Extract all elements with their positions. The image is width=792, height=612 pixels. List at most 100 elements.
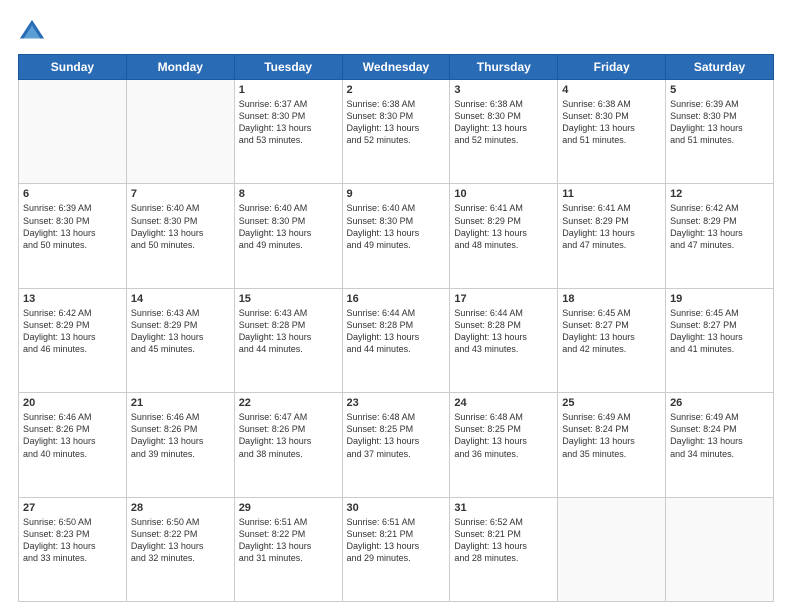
weekday-header-sunday: Sunday [19, 55, 127, 80]
cell-daylight-info: Sunrise: 6:45 AM Sunset: 8:27 PM Dayligh… [670, 307, 769, 356]
calendar-cell: 16Sunrise: 6:44 AM Sunset: 8:28 PM Dayli… [342, 288, 450, 392]
calendar-cell: 26 Sunrise: 6:49 AM Sunset: 8:24 PM Dayli… [666, 393, 774, 497]
cell-daylight-info: Sunrise: 6:39 AM Sunset: 8:30 PM Dayligh… [23, 202, 122, 251]
cell-daylight-info: Sunrise: 6:46 AM Sunset: 8:26 PM Dayligh… [131, 411, 230, 460]
calendar-cell: 22Sunrise: 6:47 AM Sunset: 8:26 PM Dayli… [234, 393, 342, 497]
calendar-cell: 24 Sunrise: 6:48 AM Sunset: 8:25 PM Dayli… [450, 393, 558, 497]
day-number: 1 [239, 84, 338, 96]
cell-daylight-info: Sunrise: 6:40 AM Sunset: 8:30 PM Dayligh… [347, 202, 446, 251]
calendar-cell: 12 Sunrise: 6:42 AM Sunset: 8:29 PM Dayli… [666, 184, 774, 288]
cell-daylight-info: Sunrise: 6:49 AM Sunset: 8:24 PM Dayligh… [670, 411, 769, 460]
day-number: 25 [562, 397, 661, 409]
calendar-cell: 14Sunrise: 6:43 AM Sunset: 8:29 PM Dayli… [126, 288, 234, 392]
cell-daylight-info: Sunrise: 6:40 AM Sunset: 8:30 PM Dayligh… [239, 202, 338, 251]
cell-daylight-info: Sunrise: 6:46 AM Sunset: 8:26 PM Dayligh… [23, 411, 122, 460]
weekday-header-tuesday: Tuesday [234, 55, 342, 80]
calendar-cell: 28 Sunrise: 6:50 AM Sunset: 8:22 PM Dayli… [126, 497, 234, 601]
week-row-3: 13 Sunrise: 6:42 AM Sunset: 8:29 PM Dayli… [19, 288, 774, 392]
day-number: 5 [670, 84, 769, 96]
day-number: 19 [670, 293, 769, 305]
weekday-header-wednesday: Wednesday [342, 55, 450, 80]
cell-daylight-info: Sunrise: 6:50 AM Sunset: 8:23 PM Dayligh… [23, 516, 122, 565]
header [18, 18, 774, 46]
day-number: 20 [23, 397, 122, 409]
calendar-cell: 23 Sunrise: 6:48 AM Sunset: 8:25 PM Dayli… [342, 393, 450, 497]
day-number: 31 [454, 502, 553, 514]
day-number: 12 [670, 188, 769, 200]
cell-daylight-info: Sunrise: 6:43 AM Sunset: 8:28 PM Dayligh… [239, 307, 338, 356]
cell-daylight-info: Sunrise: 6:52 AM Sunset: 8:21 PM Dayligh… [454, 516, 553, 565]
cell-daylight-info: Sunrise: 6:40 AM Sunset: 8:30 PM Dayligh… [131, 202, 230, 251]
cell-daylight-info: Sunrise: 6:51 AM Sunset: 8:21 PM Dayligh… [347, 516, 446, 565]
weekday-header-monday: Monday [126, 55, 234, 80]
cell-daylight-info: Sunrise: 6:45 AM Sunset: 8:27 PM Dayligh… [562, 307, 661, 356]
day-number: 7 [131, 188, 230, 200]
calendar-cell: 30 Sunrise: 6:51 AM Sunset: 8:21 PM Dayli… [342, 497, 450, 601]
day-number: 13 [23, 293, 122, 305]
calendar-cell [558, 497, 666, 601]
calendar-cell: 25 Sunrise: 6:49 AM Sunset: 8:24 PM Dayli… [558, 393, 666, 497]
day-number: 8 [239, 188, 338, 200]
week-row-1: 1 Sunrise: 6:37 AM Sunset: 8:30 PM Daylig… [19, 80, 774, 184]
cell-daylight-info: Sunrise: 6:48 AM Sunset: 8:25 PM Dayligh… [454, 411, 553, 460]
calendar-cell: 17Sunrise: 6:44 AM Sunset: 8:28 PM Dayli… [450, 288, 558, 392]
day-number: 24 [454, 397, 553, 409]
calendar-cell [19, 80, 127, 184]
day-number: 29 [239, 502, 338, 514]
day-number: 28 [131, 502, 230, 514]
calendar-cell: 19 Sunrise: 6:45 AM Sunset: 8:27 PM Dayli… [666, 288, 774, 392]
calendar-cell: 11 Sunrise: 6:41 AM Sunset: 8:29 PM Dayli… [558, 184, 666, 288]
weekday-header-row: SundayMondayTuesdayWednesdayThursdayFrid… [19, 55, 774, 80]
calendar-cell: 10 Sunrise: 6:41 AM Sunset: 8:29 PM Dayli… [450, 184, 558, 288]
calendar-cell: 20 Sunrise: 6:46 AM Sunset: 8:26 PM Dayli… [19, 393, 127, 497]
cell-daylight-info: Sunrise: 6:39 AM Sunset: 8:30 PM Dayligh… [670, 98, 769, 147]
calendar-cell: 8 Sunrise: 6:40 AM Sunset: 8:30 PM Daylig… [234, 184, 342, 288]
day-number: 17 [454, 293, 553, 305]
week-row-2: 6Sunrise: 6:39 AM Sunset: 8:30 PM Daylig… [19, 184, 774, 288]
calendar-cell: 5 Sunrise: 6:39 AM Sunset: 8:30 PM Daylig… [666, 80, 774, 184]
weekday-header-saturday: Saturday [666, 55, 774, 80]
calendar-cell: 18 Sunrise: 6:45 AM Sunset: 8:27 PM Dayli… [558, 288, 666, 392]
calendar-cell: 3 Sunrise: 6:38 AM Sunset: 8:30 PM Daylig… [450, 80, 558, 184]
day-number: 26 [670, 397, 769, 409]
day-number: 10 [454, 188, 553, 200]
cell-daylight-info: Sunrise: 6:38 AM Sunset: 8:30 PM Dayligh… [347, 98, 446, 147]
calendar-table: SundayMondayTuesdayWednesdayThursdayFrid… [18, 54, 774, 602]
cell-daylight-info: Sunrise: 6:42 AM Sunset: 8:29 PM Dayligh… [670, 202, 769, 251]
day-number: 30 [347, 502, 446, 514]
day-number: 18 [562, 293, 661, 305]
cell-daylight-info: Sunrise: 6:41 AM Sunset: 8:29 PM Dayligh… [562, 202, 661, 251]
day-number: 9 [347, 188, 446, 200]
cell-daylight-info: Sunrise: 6:49 AM Sunset: 8:24 PM Dayligh… [562, 411, 661, 460]
week-row-5: 27Sunrise: 6:50 AM Sunset: 8:23 PM Dayli… [19, 497, 774, 601]
weekday-header-thursday: Thursday [450, 55, 558, 80]
day-number: 3 [454, 84, 553, 96]
calendar-cell: 27Sunrise: 6:50 AM Sunset: 8:23 PM Dayli… [19, 497, 127, 601]
cell-daylight-info: Sunrise: 6:38 AM Sunset: 8:30 PM Dayligh… [454, 98, 553, 147]
day-number: 16 [347, 293, 446, 305]
calendar-cell: 2 Sunrise: 6:38 AM Sunset: 8:30 PM Daylig… [342, 80, 450, 184]
calendar-cell [666, 497, 774, 601]
calendar-cell: 9 Sunrise: 6:40 AM Sunset: 8:30 PM Daylig… [342, 184, 450, 288]
day-number: 23 [347, 397, 446, 409]
cell-daylight-info: Sunrise: 6:48 AM Sunset: 8:25 PM Dayligh… [347, 411, 446, 460]
week-row-4: 20 Sunrise: 6:46 AM Sunset: 8:26 PM Dayli… [19, 393, 774, 497]
calendar-cell: 31 Sunrise: 6:52 AM Sunset: 8:21 PM Dayli… [450, 497, 558, 601]
day-number: 15 [239, 293, 338, 305]
day-number: 4 [562, 84, 661, 96]
cell-daylight-info: Sunrise: 6:51 AM Sunset: 8:22 PM Dayligh… [239, 516, 338, 565]
day-number: 2 [347, 84, 446, 96]
cell-daylight-info: Sunrise: 6:47 AM Sunset: 8:26 PM Dayligh… [239, 411, 338, 460]
day-number: 14 [131, 293, 230, 305]
day-number: 11 [562, 188, 661, 200]
calendar-cell: 6Sunrise: 6:39 AM Sunset: 8:30 PM Daylig… [19, 184, 127, 288]
calendar-cell: 21Sunrise: 6:46 AM Sunset: 8:26 PM Dayli… [126, 393, 234, 497]
cell-daylight-info: Sunrise: 6:37 AM Sunset: 8:30 PM Dayligh… [239, 98, 338, 147]
cell-daylight-info: Sunrise: 6:41 AM Sunset: 8:29 PM Dayligh… [454, 202, 553, 251]
logo-icon [18, 18, 46, 46]
cell-daylight-info: Sunrise: 6:50 AM Sunset: 8:22 PM Dayligh… [131, 516, 230, 565]
cell-daylight-info: Sunrise: 6:42 AM Sunset: 8:29 PM Dayligh… [23, 307, 122, 356]
cell-daylight-info: Sunrise: 6:38 AM Sunset: 8:30 PM Dayligh… [562, 98, 661, 147]
logo [18, 18, 50, 46]
calendar-cell: 4 Sunrise: 6:38 AM Sunset: 8:30 PM Daylig… [558, 80, 666, 184]
